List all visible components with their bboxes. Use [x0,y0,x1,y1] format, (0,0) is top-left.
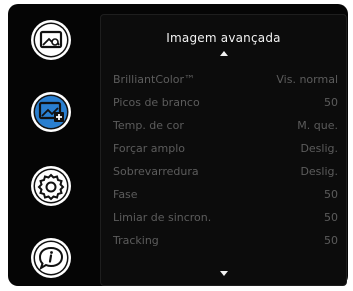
menu-item-value: 50 [324,188,338,201]
advanced-picture-icon[interactable] [29,90,73,134]
menu-item-value: Vis. normal [276,73,338,86]
menu-item-label: BrilliantColor™ [113,73,196,86]
menu-item-value: M. que. [297,119,338,132]
advanced-picture-panel: Imagem avançada BrilliantColor™ Vis. nor… [100,14,347,286]
osd-menu: Imagem avançada BrilliantColor™ Vis. nor… [8,4,348,286]
menu-item-value: 50 [324,234,338,247]
menu-item-value: Deslig. [300,165,338,178]
menu-item-label: Forçar amplo [113,142,185,155]
menu-item-label: Temp. de cor [113,119,184,132]
info-icon[interactable] [29,236,73,280]
menu-item-value: 50 [324,211,338,224]
menu-item-tracking[interactable]: Tracking 50 [113,234,338,252]
menu-item-label: Tracking [113,234,159,247]
menu-item-sobrevarredura[interactable]: Sobrevarredura Deslig. [113,165,338,183]
menu-item-value: 50 [324,96,338,109]
menu-item-label: Picos de branco [113,96,200,109]
menu-item-value: Deslig. [300,142,338,155]
picture-icon[interactable] [29,18,73,62]
menu-item-limiar-de-sincron[interactable]: Limiar de sincron. 50 [113,211,338,229]
menu-item-label: Fase [113,188,138,201]
scroll-up-arrow-icon[interactable] [219,51,228,56]
menu-item-fase[interactable]: Fase 50 [113,188,338,206]
menu-title: Imagem avançada [166,31,281,45]
menu-item-label: Sobrevarredura [113,165,199,178]
menu-item-temp-de-cor[interactable]: Temp. de cor M. que. [113,119,338,137]
menu-item-brilliantcolor[interactable]: BrilliantColor™ Vis. normal [113,73,338,91]
menu-item-label: Limiar de sincron. [113,211,212,224]
scroll-down-arrow-icon[interactable] [219,271,228,276]
menu-item-picos-de-branco[interactable]: Picos de branco 50 [113,96,338,114]
settings-gear-icon[interactable] [29,164,73,208]
menu-item-forcar-amplo[interactable]: Forçar amplo Deslig. [113,142,338,160]
